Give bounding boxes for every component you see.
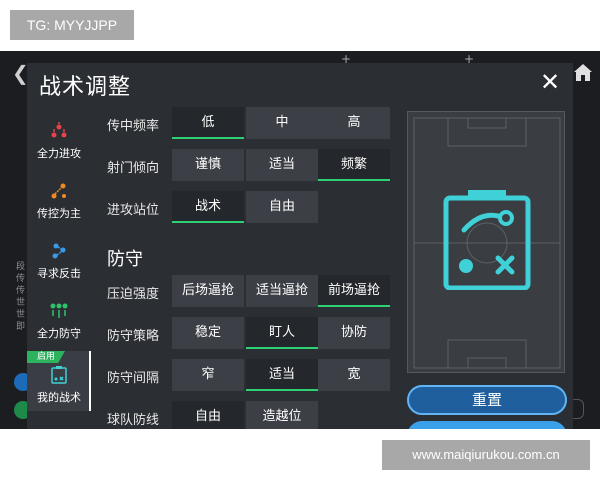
option-shooting-moderate[interactable]: 适当 — [246, 149, 318, 181]
option-strategy-marking[interactable]: 盯人 — [246, 317, 318, 349]
sidebar-item-my-tactics[interactable]: 启用 我的战术 — [27, 351, 91, 411]
confirm-button[interactable] — [407, 421, 567, 429]
option-spacing-wide[interactable]: 宽 — [318, 359, 390, 391]
option-strategy-cover[interactable]: 协防 — [318, 317, 390, 349]
home-icon[interactable] — [572, 61, 594, 83]
sidebar-item-label: 全力防守 — [37, 327, 81, 340]
attack-position-label: 进攻站位 — [107, 203, 160, 218]
defense-strategy-label: 防守策略 — [107, 329, 160, 344]
option-pressing-front[interactable]: 前场逼抢 — [318, 275, 390, 307]
option-crossing-high[interactable]: 高 — [318, 107, 390, 139]
sidebar-item-all-out-defense[interactable]: 全力防守 — [27, 291, 91, 351]
sidebar-item-counter-attack[interactable]: 寻求反击 — [27, 231, 91, 291]
sidebar-item-possession[interactable]: 传控为主 — [27, 171, 91, 231]
pressing-intensity-label: 压迫强度 — [107, 287, 160, 302]
watermark-top-left: TG: MYYJJPP — [10, 10, 134, 40]
option-position-free[interactable]: 自由 — [246, 191, 318, 223]
option-spacing-narrow[interactable]: 窄 — [172, 359, 244, 391]
option-line-free[interactable]: 自由 — [172, 401, 244, 429]
game-screen: ❮ + + 段传传世世即 战术调整 ✕ 全力进攻 传控为主 寻求反击 全力防守 … — [0, 51, 600, 429]
option-line-offside-trap[interactable]: 造越位 — [246, 401, 318, 429]
tactics-board-icon — [443, 190, 531, 290]
sidebar-item-label: 传控为主 — [37, 207, 81, 220]
pitch-preview — [407, 111, 565, 373]
reset-button[interactable]: 重置 — [407, 385, 567, 415]
background-text: 段传传世世即 — [16, 262, 26, 332]
option-shooting-cautious[interactable]: 谨慎 — [172, 149, 244, 181]
defensive-line-label: 球队防线 — [107, 413, 160, 428]
option-crossing-mid[interactable]: 中 — [246, 107, 318, 139]
all-out-defense-icon — [50, 303, 68, 318]
option-pressing-moderate[interactable]: 适当逼抢 — [246, 275, 318, 307]
option-strategy-stable[interactable]: 稳定 — [172, 317, 244, 349]
defense-section-title: 防守 — [107, 249, 143, 270]
defense-spacing-label: 防守间隔 — [107, 371, 160, 386]
sidebar-item-label: 寻求反击 — [37, 267, 81, 280]
option-shooting-frequent[interactable]: 频繁 — [318, 149, 390, 181]
counter-attack-icon — [52, 243, 66, 259]
possession-icon — [51, 183, 66, 199]
tactics-sidebar: 全力进攻 传控为主 寻求反击 全力防守 启用 我的战术 — [27, 111, 91, 429]
watermark-bottom-right: www.maiqiurukou.com.cn — [382, 440, 590, 470]
my-tactics-icon — [51, 366, 67, 384]
sidebar-item-label: 我的战术 — [37, 391, 81, 404]
sidebar-item-label: 全力进攻 — [37, 147, 81, 160]
dialog-title: 战术调整 — [39, 75, 132, 100]
option-crossing-low[interactable]: 低 — [172, 107, 244, 139]
sidebar-item-all-out-attack[interactable]: 全力进攻 — [27, 111, 91, 171]
tactics-dialog: 战术调整 ✕ 全力进攻 传控为主 寻求反击 全力防守 启用 我的战术 传中频率 … — [27, 63, 573, 429]
all-out-attack-icon — [51, 122, 67, 138]
shooting-tendency-label: 射门倾向 — [107, 161, 160, 176]
option-position-tactical[interactable]: 战术 — [172, 191, 244, 223]
close-icon[interactable]: ✕ — [539, 70, 561, 94]
option-spacing-moderate[interactable]: 适当 — [246, 359, 318, 391]
crossing-frequency-label: 传中频率 — [107, 119, 160, 134]
option-pressing-back[interactable]: 后场逼抢 — [172, 275, 244, 307]
active-badge: 启用 — [27, 351, 65, 363]
